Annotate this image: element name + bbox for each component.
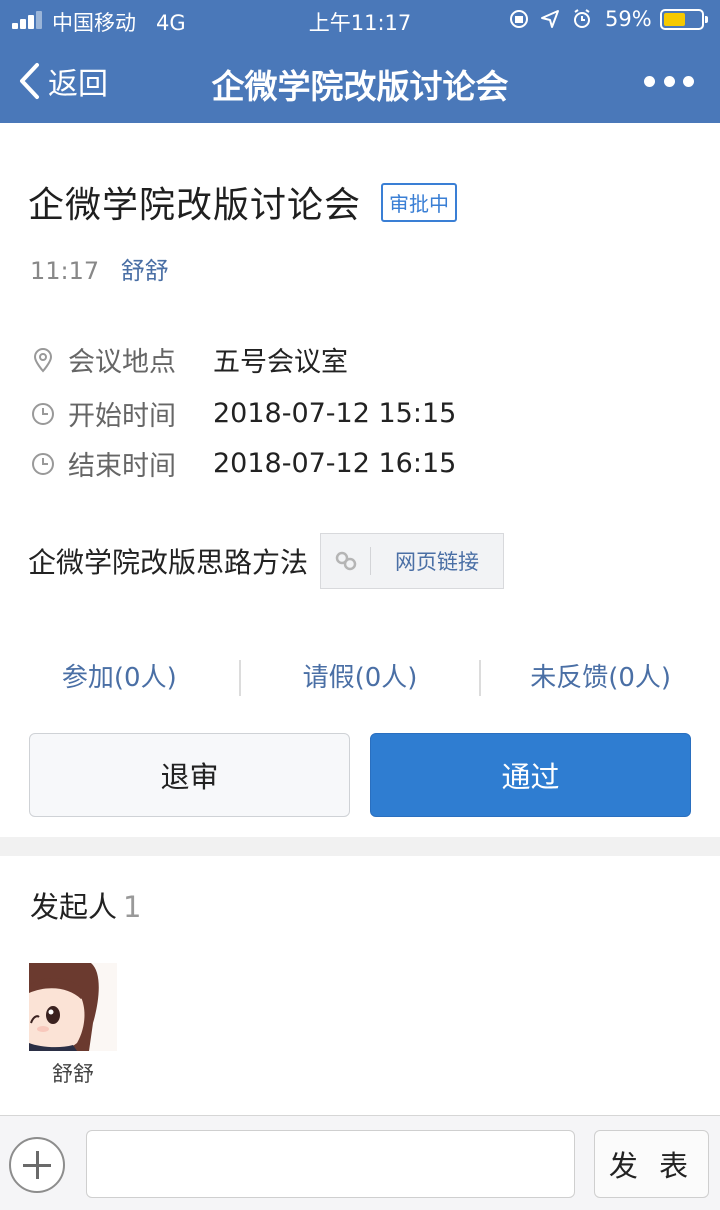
start-time-value: 2018-07-12 15:15 xyxy=(213,398,457,429)
start-time-row: 开始时间 2018-07-12 15:15 xyxy=(30,394,456,433)
battery-percent: 59% xyxy=(605,7,652,31)
start-time-label: 开始时间 xyxy=(68,401,176,432)
attendance-stats: 参加(0人) 请假(0人) 未反馈(0人) xyxy=(0,656,720,700)
avatar-illustration xyxy=(29,963,117,1051)
status-badge: 审批中 xyxy=(381,182,458,222)
location-row: 会议地点 五号会议室 xyxy=(30,340,348,379)
end-time-value: 2018-07-12 16:15 xyxy=(213,448,457,479)
battery-fill xyxy=(664,13,685,26)
clock-icon xyxy=(32,402,54,425)
author-link[interactable]: 舒舒 xyxy=(121,257,169,285)
stat-leave[interactable]: 请假(0人) xyxy=(241,656,480,700)
approve-button[interactable]: 通过 xyxy=(370,733,691,817)
organizer-header: 发起人 1 xyxy=(30,884,141,926)
section-divider xyxy=(0,837,720,856)
status-bar: 中国移动 4G 上午11:17 59% xyxy=(0,0,720,40)
avatar[interactable] xyxy=(29,963,117,1051)
post-time: 11:17 xyxy=(30,257,100,285)
battery-icon xyxy=(660,9,708,30)
clock-icon xyxy=(32,452,54,475)
back-button[interactable]: 返回 xyxy=(18,60,108,102)
chevron-left-icon xyxy=(20,63,39,99)
back-label: 返回 xyxy=(48,67,108,102)
organizer-section-title: 发起人 xyxy=(30,890,118,924)
status-icons xyxy=(510,9,590,28)
more-dots-icon[interactable] xyxy=(644,70,694,92)
location-arrow-icon xyxy=(541,10,559,28)
organizer-name: 舒舒 xyxy=(52,1062,94,1086)
location-value: 五号会议室 xyxy=(213,347,348,378)
comment-composer: 发 表 xyxy=(0,1115,720,1210)
lock-rotation-icon xyxy=(510,10,528,28)
end-time-row: 结束时间 2018-07-12 16:15 xyxy=(30,444,456,483)
reject-button[interactable]: 退审 xyxy=(29,733,350,817)
stat-no-response[interactable]: 未反馈(0人) xyxy=(481,656,720,700)
web-link-label: 网页链接 xyxy=(395,550,480,574)
top-bar: 中国移动 4G 上午11:17 59% 返回 企微学院改版讨论会 xyxy=(0,0,720,123)
location-label: 会议地点 xyxy=(68,347,176,378)
send-button[interactable]: 发 表 xyxy=(594,1130,709,1198)
location-pin-icon xyxy=(33,347,53,373)
meeting-title-row: 企微学院改版讨论会 审批中 xyxy=(28,176,458,228)
comment-input[interactable] xyxy=(86,1130,575,1198)
organizer-count: 1 xyxy=(123,890,142,924)
stat-attending[interactable]: 参加(0人) xyxy=(0,656,239,700)
end-time-label: 结束时间 xyxy=(68,451,176,482)
meeting-meta: 11:17 舒舒 xyxy=(30,251,169,286)
navigation-bar: 返回 企微学院改版讨论会 xyxy=(0,40,720,123)
nav-title: 企微学院改版讨论会 xyxy=(211,67,509,106)
attachment-row: 企微学院改版思路方法 网页链接 xyxy=(28,533,505,589)
attachment-text: 企微学院改版思路方法 xyxy=(28,546,309,579)
link-icon xyxy=(321,547,372,575)
plus-icon[interactable] xyxy=(9,1137,65,1193)
page-title: 企微学院改版讨论会 xyxy=(28,185,362,226)
web-link-chip[interactable]: 网页链接 xyxy=(320,533,505,589)
alarm-icon xyxy=(574,9,590,28)
